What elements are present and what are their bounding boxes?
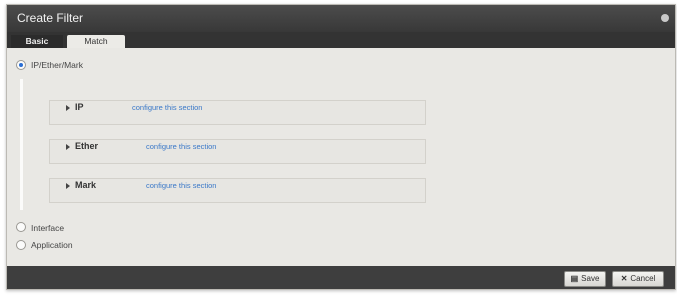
section-group-line [20, 79, 23, 210]
dialog-footer: ▤ Save ✕ Cancel [7, 266, 675, 289]
tab-match[interactable]: Match [67, 35, 125, 48]
save-icon: ▤ [570, 274, 579, 283]
radio-ip-ether-mark[interactable] [16, 60, 26, 70]
configure-mark-link[interactable]: configure this section [146, 181, 216, 190]
radio-label-interface: Interface [31, 223, 65, 233]
tab-basic[interactable]: Basic [11, 35, 63, 48]
section-ether: Ether configure this section [49, 139, 426, 164]
save-button-label: Save [581, 274, 600, 283]
section-title-ether: Ether [75, 141, 99, 151]
save-button[interactable]: ▤ Save [564, 271, 606, 287]
create-filter-dialog: Create Filter Basic Match IP/Ether/Mark … [6, 4, 676, 290]
radio-label-application: Application [31, 240, 73, 250]
expand-arrow-icon[interactable] [66, 144, 70, 150]
cancel-button-label: Cancel [630, 274, 656, 283]
dialog-title: Create Filter [17, 11, 84, 25]
cancel-icon: ✕ [620, 274, 628, 283]
expand-arrow-icon[interactable] [66, 105, 70, 111]
radio-application[interactable] [16, 240, 26, 250]
radio-label-ip-ether-mark: IP/Ether/Mark [31, 60, 83, 70]
expand-arrow-icon[interactable] [66, 183, 70, 189]
section-ip: IP configure this section [49, 100, 426, 125]
section-mark: Mark configure this section [49, 178, 426, 203]
section-title-mark: Mark [75, 180, 97, 190]
cancel-button[interactable]: ✕ Cancel [612, 271, 664, 287]
dialog-titlebar: Create Filter [7, 5, 675, 32]
section-title-ip: IP [75, 102, 84, 112]
configure-ip-link[interactable]: configure this section [132, 103, 202, 112]
configure-ether-link[interactable]: configure this section [146, 142, 216, 151]
radio-interface[interactable] [16, 222, 26, 232]
tab-bar: Basic Match [7, 32, 675, 48]
close-icon[interactable] [661, 14, 669, 22]
